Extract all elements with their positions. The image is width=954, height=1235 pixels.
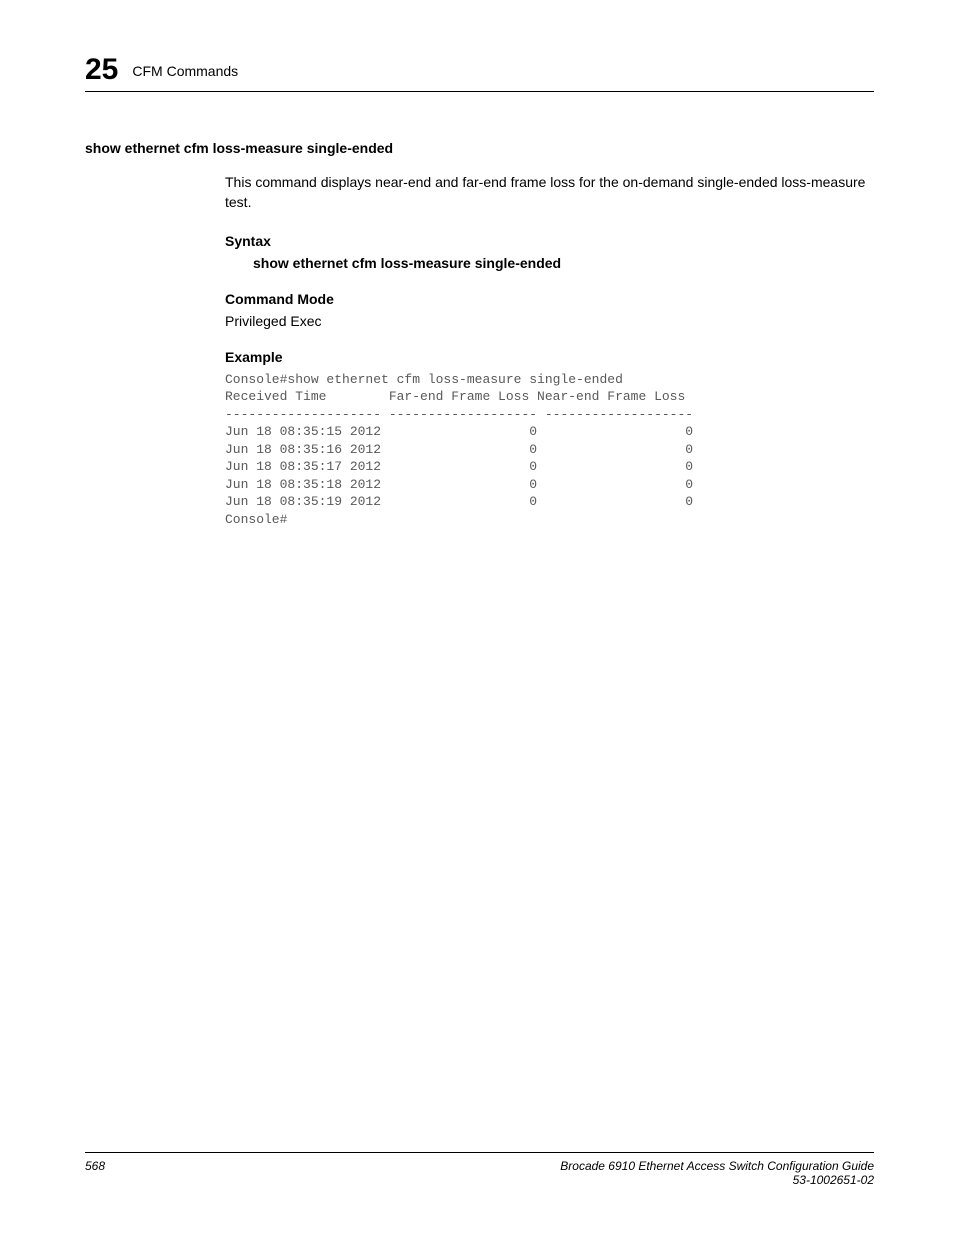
syntax-text: show ethernet cfm loss-measure single-en… bbox=[253, 255, 874, 271]
command-heading: show ethernet cfm loss-measure single-en… bbox=[85, 140, 874, 156]
content-block: This command displays near-end and far-e… bbox=[225, 172, 874, 529]
footer-doc-title: Brocade 6910 Ethernet Access Switch Conf… bbox=[560, 1159, 874, 1173]
chapter-number: 25 bbox=[85, 55, 118, 85]
syntax-label: Syntax bbox=[225, 233, 874, 249]
footer-doc-info: Brocade 6910 Ethernet Access Switch Conf… bbox=[560, 1159, 874, 1187]
footer-doc-id: 53-1002651-02 bbox=[560, 1173, 874, 1187]
command-mode-text: Privileged Exec bbox=[225, 313, 874, 329]
example-label: Example bbox=[225, 349, 874, 365]
command-description: This command displays near-end and far-e… bbox=[225, 172, 874, 213]
page-container: 25 CFM Commands show ethernet cfm loss-m… bbox=[0, 0, 954, 1235]
example-output: Console#show ethernet cfm loss-measure s… bbox=[225, 371, 874, 529]
page-header: 25 CFM Commands bbox=[85, 55, 874, 92]
command-mode-label: Command Mode bbox=[225, 291, 874, 307]
footer-page-number: 568 bbox=[85, 1159, 105, 1173]
page-footer: 568 Brocade 6910 Ethernet Access Switch … bbox=[85, 1152, 874, 1187]
chapter-title: CFM Commands bbox=[132, 63, 238, 79]
